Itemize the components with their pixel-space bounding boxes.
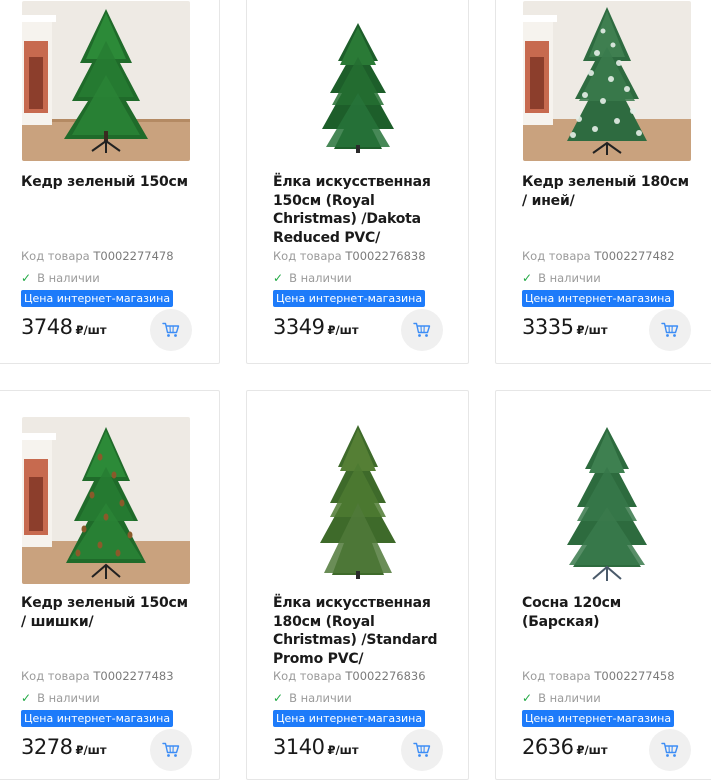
frosted-christmas-tree-photo-interior-icon [523, 1, 691, 161]
product-code: Код товара T0002277482 [522, 249, 675, 263]
stock-status: ✓ В наличии [21, 691, 100, 705]
product-card[interactable]: Кедр зеленый 150см Код товара T000227747… [0, 0, 220, 364]
add-to-cart-button[interactable] [401, 729, 443, 771]
pine-tree-photo-white-icon [523, 417, 691, 584]
christmas-tree-photo-white-icon [274, 1, 442, 161]
price-amount: 3748 [21, 315, 72, 339]
check-icon: ✓ [522, 691, 532, 705]
product-code: Код товара T0002276838 [273, 249, 426, 263]
product-price: 3349₽/шт [273, 315, 359, 339]
product-image[interactable] [274, 1, 442, 161]
add-to-cart-button[interactable] [150, 309, 192, 351]
stock-status: ✓ В наличии [21, 271, 100, 285]
online-price-badge: Цена интернет-магазина [273, 290, 425, 307]
product-code-label: Код товара [21, 669, 90, 683]
price-amount: 3140 [273, 735, 324, 759]
check-icon: ✓ [522, 271, 532, 285]
stock-status-label: В наличии [289, 271, 352, 285]
cart-icon [413, 742, 431, 758]
cart-icon [162, 322, 180, 338]
price-unit: ₽/шт [327, 323, 358, 337]
stock-status: ✓ В наличии [522, 691, 601, 705]
price-unit: ₽/шт [75, 323, 106, 337]
product-card[interactable]: Сосна 120см (Барская) Код товара T000227… [495, 390, 711, 780]
product-price: 2636₽/шт [522, 735, 608, 759]
online-price-badge: Цена интернет-магазина [21, 290, 173, 307]
price-amount: 2636 [522, 735, 573, 759]
check-icon: ✓ [21, 271, 31, 285]
product-grid: Кедр зеленый 150см Код товара T000227747… [0, 0, 711, 768]
product-image[interactable] [523, 417, 691, 584]
product-card[interactable]: Ёлка искусственная 180см (Royal Christma… [246, 390, 469, 780]
product-code-label: Код товара [21, 249, 90, 263]
product-code: Код товара T0002276836 [273, 669, 426, 683]
product-code-value: T0002277483 [93, 669, 173, 683]
add-to-cart-button[interactable] [649, 309, 691, 351]
product-title[interactable]: Ёлка искусственная 150см (Royal Christma… [273, 173, 448, 247]
product-code-value: T0002276838 [345, 249, 425, 263]
product-code-label: Код товара [522, 669, 591, 683]
check-icon: ✓ [273, 691, 283, 705]
product-image[interactable] [274, 417, 442, 584]
product-title[interactable]: Сосна 120см (Барская) [522, 594, 697, 631]
product-code-label: Код товара [522, 249, 591, 263]
christmas-tree-photo-white-icon [274, 417, 442, 584]
product-code-value: T0002277482 [594, 249, 674, 263]
check-icon: ✓ [21, 691, 31, 705]
christmas-tree-photo-interior-icon [22, 1, 190, 161]
stock-status-label: В наличии [538, 691, 601, 705]
product-image[interactable] [523, 1, 691, 161]
cart-icon [413, 322, 431, 338]
product-image[interactable] [22, 417, 190, 584]
product-card[interactable]: Ёлка искусственная 150см (Royal Christma… [246, 0, 469, 364]
product-code: Код товара T0002277483 [21, 669, 174, 683]
online-price-badge: Цена интернет-магазина [522, 290, 674, 307]
stock-status-label: В наличии [538, 271, 601, 285]
product-price: 3140₽/шт [273, 735, 359, 759]
product-code-label: Код товара [273, 669, 342, 683]
cart-icon [162, 742, 180, 758]
price-amount: 3278 [21, 735, 72, 759]
product-code-value: T0002277478 [93, 249, 173, 263]
price-unit: ₽/шт [327, 743, 358, 757]
stock-status: ✓ В наличии [273, 271, 352, 285]
product-title[interactable]: Кедр зеленый 150см [21, 173, 196, 192]
christmas-tree-with-cones-photo-interior-icon [22, 417, 190, 584]
product-code-value: T0002276836 [345, 669, 425, 683]
price-amount: 3349 [273, 315, 324, 339]
product-code-value: T0002277458 [594, 669, 674, 683]
product-image[interactable] [22, 1, 190, 161]
product-title[interactable]: Кедр зеленый 180см / иней/ [522, 173, 697, 210]
stock-status-label: В наличии [289, 691, 352, 705]
product-price: 3748₽/шт [21, 315, 107, 339]
add-to-cart-button[interactable] [401, 309, 443, 351]
online-price-badge: Цена интернет-магазина [21, 710, 173, 727]
stock-status: ✓ В наличии [522, 271, 601, 285]
product-code: Код товара T0002277458 [522, 669, 675, 683]
online-price-badge: Цена интернет-магазина [273, 710, 425, 727]
stock-status-label: В наличии [37, 691, 100, 705]
product-title[interactable]: Ёлка искусственная 180см (Royal Christma… [273, 594, 448, 668]
cart-icon [661, 742, 679, 758]
product-code-label: Код товара [273, 249, 342, 263]
product-price: 3278₽/шт [21, 735, 107, 759]
product-card[interactable]: Кедр зеленый 150см / шишки/ Код товара T… [0, 390, 220, 780]
price-unit: ₽/шт [576, 323, 607, 337]
add-to-cart-button[interactable] [649, 729, 691, 771]
check-icon: ✓ [273, 271, 283, 285]
stock-status-label: В наличии [37, 271, 100, 285]
product-price: 3335₽/шт [522, 315, 608, 339]
price-amount: 3335 [522, 315, 573, 339]
price-unit: ₽/шт [75, 743, 106, 757]
stock-status: ✓ В наличии [273, 691, 352, 705]
product-card[interactable]: Кедр зеленый 180см / иней/ Код товара T0… [495, 0, 711, 364]
product-code: Код товара T0002277478 [21, 249, 174, 263]
product-title[interactable]: Кедр зеленый 150см / шишки/ [21, 594, 196, 631]
online-price-badge: Цена интернет-магазина [522, 710, 674, 727]
add-to-cart-button[interactable] [150, 729, 192, 771]
cart-icon [661, 322, 679, 338]
price-unit: ₽/шт [576, 743, 607, 757]
